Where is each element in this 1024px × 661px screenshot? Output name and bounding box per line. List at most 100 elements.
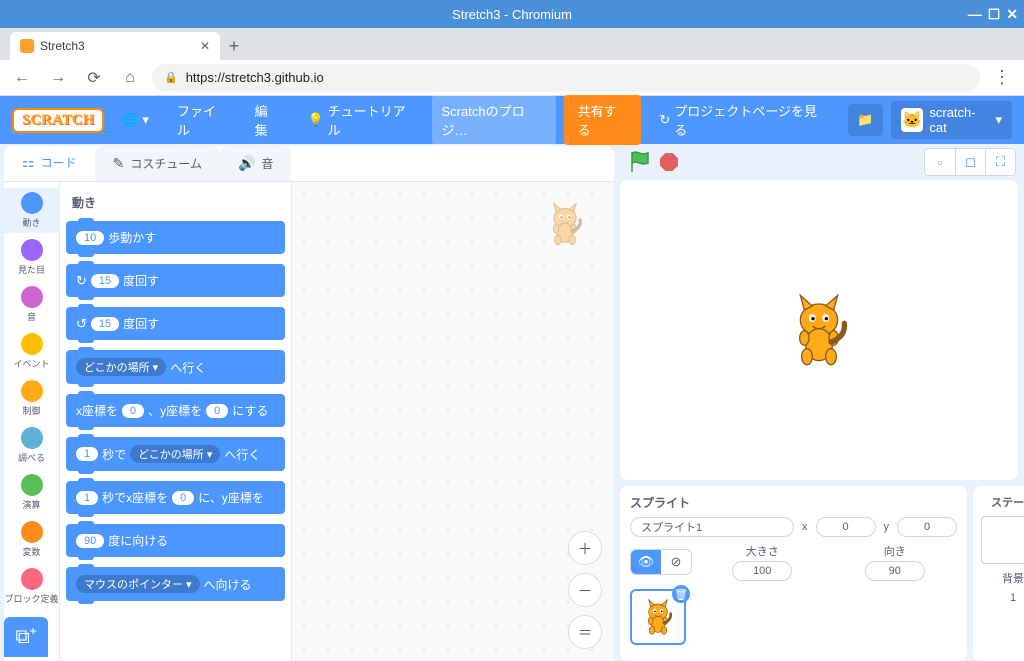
sprite-thumb-icon	[640, 597, 676, 637]
block-glide-xy[interactable]: 1 秒でx座標を 0 に、y座標を	[66, 481, 285, 514]
window-minimize-icon[interactable]: —	[968, 6, 982, 23]
category-ブロック定義[interactable]: ブロック定義	[4, 564, 60, 609]
zoom-out-button[interactable]: －	[568, 573, 602, 607]
category-変数[interactable]: 変数	[4, 517, 60, 562]
avatar-icon: 🐱	[901, 108, 924, 132]
eye-off-icon: ⊘	[671, 554, 682, 570]
block-move-steps[interactable]: 10 歩動かす	[66, 221, 285, 254]
stage-fullscreen-button[interactable]: ⛶	[985, 149, 1015, 175]
forward-button[interactable]: →	[44, 64, 72, 92]
category-column: 動き見た目音イベント制御調べる演算変数ブロック定義	[4, 182, 60, 661]
tab-sounds[interactable]: 🔊音	[220, 146, 291, 181]
editor-body: 動き見た目音イベント制御調べる演算変数ブロック定義 動き 10 歩動かす ↻ 1…	[4, 182, 614, 661]
add-extension-button[interactable]: ⧉⁺	[4, 617, 48, 657]
stage[interactable]	[620, 180, 1018, 480]
category-dot-icon	[21, 239, 43, 261]
sprite-panel-title: スプライト	[630, 494, 957, 511]
stage-large-button[interactable]: ◻	[955, 149, 985, 175]
rotate-ccw-icon: ↺	[76, 316, 87, 332]
lock-icon: 🔒	[164, 71, 178, 84]
folder-icon: 📁	[857, 112, 873, 128]
code-icon: ⚏	[22, 154, 35, 171]
url-field[interactable]: 🔒 https://stretch3.github.io	[152, 64, 980, 92]
delete-sprite-button[interactable]: 🗑	[672, 585, 690, 603]
category-dot-icon	[21, 286, 43, 308]
sprite-dir-input[interactable]: 90	[865, 561, 925, 581]
sprite-size-input[interactable]: 100	[732, 561, 792, 581]
hide-sprite-button[interactable]: ⊘	[661, 550, 691, 574]
block-point-dir[interactable]: 90 度に向ける	[66, 524, 285, 557]
editor-pane: ⚏コード ✎コスチューム 🔊音 動き見た目音イベント制御調べる演算変数ブロック定…	[4, 146, 614, 661]
tab-close-icon[interactable]: ✕	[200, 39, 210, 53]
point-towards-dropdown[interactable]: マウスのポインター ▾	[76, 575, 200, 593]
project-title-input[interactable]: Scratchのプロジ…	[432, 95, 556, 145]
workspace-watermark-icon	[544, 200, 586, 248]
category-制御[interactable]: 制御	[4, 376, 60, 421]
glide-dropdown[interactable]: どこかの場所 ▾	[130, 445, 220, 463]
sprite-thumbnail[interactable]: 🗑	[630, 589, 686, 645]
my-stuff-button[interactable]: 📁	[848, 104, 882, 136]
globe-icon: 🌐	[122, 112, 138, 128]
category-動き[interactable]: 動き	[4, 188, 60, 233]
extension-icon: ⧉⁺	[15, 626, 36, 649]
zoom-in-button[interactable]: ＋	[568, 531, 602, 565]
category-イベント[interactable]: イベント	[4, 329, 60, 374]
stage-header: ▫ ◻ ⛶	[620, 144, 1024, 180]
see-project-page-button[interactable]: ↻プロジェクトページを見る	[649, 95, 832, 145]
block-goto-xy[interactable]: x座標を 0 、y座標を 0 にする	[66, 394, 285, 427]
home-button[interactable]: ⌂	[116, 64, 144, 92]
sprite-name-input[interactable]	[630, 517, 794, 537]
block-point-towards[interactable]: マウスのポインター ▾ へ向ける	[66, 567, 285, 601]
scratch-menubar: SCRATCH 🌐▾ ファイル 編集 💡チュートリアル Scratchのプロジ……	[0, 96, 1024, 144]
tutorials-button[interactable]: 💡チュートリアル	[297, 95, 423, 145]
new-tab-button[interactable]: +	[220, 32, 248, 60]
account-menu[interactable]: 🐱 scratch-cat▾	[891, 101, 1012, 139]
window-close-icon[interactable]: ✕	[1006, 6, 1018, 23]
stage-small-button[interactable]: ▫	[925, 149, 955, 175]
category-見た目[interactable]: 見た目	[4, 235, 60, 280]
show-sprite-button[interactable]: 👁	[631, 550, 661, 574]
sprite-y-input[interactable]: 0	[897, 517, 957, 537]
costume-icon: ✎	[113, 155, 125, 172]
share-button[interactable]: 共有する	[564, 95, 642, 145]
stage-thumbnail[interactable]	[981, 516, 1024, 564]
category-dot-icon	[21, 380, 43, 402]
window-title: Stretch3 - Chromium	[452, 7, 572, 22]
workspace[interactable]: ＋ － ＝	[292, 182, 614, 661]
trash-icon: 🗑	[674, 588, 688, 601]
reload-button[interactable]: ⟳	[80, 64, 108, 92]
url-text: https://stretch3.github.io	[186, 70, 324, 85]
browser-tab[interactable]: Stretch3 ✕	[10, 32, 220, 60]
sprite-x-input[interactable]: 0	[816, 517, 876, 537]
category-調べる[interactable]: 調べる	[4, 423, 60, 468]
scratch-logo[interactable]: SCRATCH	[12, 108, 104, 133]
block-glide-to[interactable]: 1 秒で どこかの場所 ▾ へ行く	[66, 437, 285, 471]
category-dot-icon	[21, 427, 43, 449]
goto-dropdown[interactable]: どこかの場所 ▾	[76, 358, 166, 376]
zoom-reset-button[interactable]: ＝	[568, 615, 602, 649]
language-menu[interactable]: 🌐▾	[112, 106, 159, 134]
browser-menu-button[interactable]: ⋮	[988, 67, 1016, 88]
green-flag-button[interactable]	[628, 150, 652, 174]
tab-costumes[interactable]: ✎コスチューム	[95, 146, 220, 181]
stage-info-panel: ステージ 背景 1	[973, 486, 1024, 661]
window-maximize-icon[interactable]: ☐	[988, 6, 1001, 23]
tab-code[interactable]: ⚏コード	[4, 146, 95, 181]
block-turn-cw[interactable]: ↻ 15 度回す	[66, 264, 285, 297]
main-content: ⚏コード ✎コスチューム 🔊音 動き見た目音イベント制御調べる演算変数ブロック定…	[0, 144, 1024, 661]
block-goto[interactable]: どこかの場所 ▾ へ行く	[66, 350, 285, 384]
block-palette: 動き 10 歩動かす ↻ 15 度回す ↺ 15 度回す どこかの場所 ▾	[60, 182, 292, 661]
back-button[interactable]: ←	[8, 64, 36, 92]
sprite-on-stage[interactable]	[784, 290, 854, 370]
lightbulb-icon: 💡	[307, 112, 323, 128]
block-turn-ccw[interactable]: ↺ 15 度回す	[66, 307, 285, 340]
category-音[interactable]: 音	[4, 282, 60, 327]
category-演算[interactable]: 演算	[4, 470, 60, 515]
right-pane: ▫ ◻ ⛶ スプライト x 0 y 0 👁	[614, 144, 1024, 661]
category-dot-icon	[21, 568, 43, 590]
stop-button[interactable]	[660, 153, 678, 171]
edit-menu[interactable]: 編集	[245, 95, 290, 145]
file-menu[interactable]: ファイル	[167, 95, 237, 145]
window-titlebar: Stretch3 - Chromium — ☐ ✕	[0, 0, 1024, 28]
editor-tabs: ⚏コード ✎コスチューム 🔊音	[4, 146, 614, 182]
